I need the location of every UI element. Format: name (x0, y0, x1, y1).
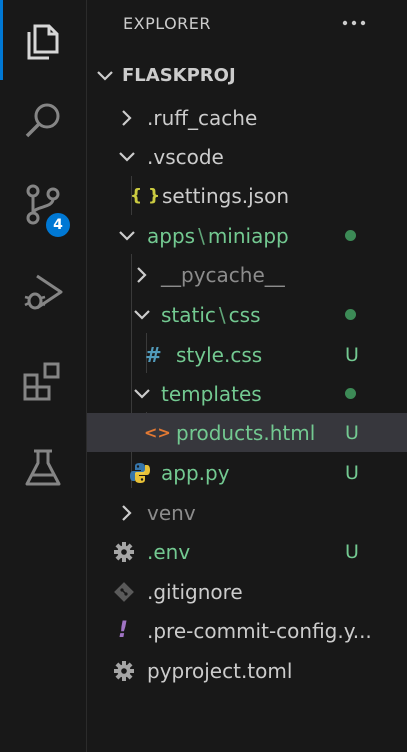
run-debug-activity-button[interactable] (0, 252, 86, 332)
activity-bar: 4 (0, 0, 87, 752)
chevron-right-icon (122, 504, 132, 521)
tree-item-label: .gitignore (147, 579, 243, 604)
tree-item-label: templates (161, 381, 262, 406)
tree-item-label: .pre-commit-config.y... (147, 618, 372, 643)
git-modified-dot (345, 230, 356, 241)
run-debug-icon (24, 274, 63, 310)
path-segment: miniapp (207, 223, 289, 248)
git-untracked-badge: U (345, 461, 359, 484)
tree-item-env[interactable]: .env U (87, 532, 407, 571)
gear-icon (113, 532, 135, 571)
tree-item-venv[interactable]: venv (87, 493, 407, 532)
python-file-icon (129, 453, 151, 492)
tree-item-ruff-cache[interactable]: .ruff_cache (87, 98, 407, 137)
path-separator: \ (218, 302, 226, 327)
explorer-title: EXPLORER (123, 14, 211, 33)
chevron-down-icon (119, 151, 135, 162)
tree-item-pyproject-toml[interactable]: pyproject.toml (87, 651, 407, 690)
tree-item-pre-commit-config[interactable]: ! .pre-commit-config.y... (87, 611, 407, 650)
tree-item-label: apps \ miniapp (147, 216, 289, 255)
more-actions-icon[interactable] (339, 12, 369, 34)
tree-item-vscode[interactable]: .vscode (87, 137, 407, 176)
css-file-icon: # (145, 342, 162, 367)
json-file-icon: { } (130, 185, 161, 206)
git-untracked-badge: U (345, 343, 359, 366)
tree-item-style-css[interactable]: # style.css U (87, 335, 407, 374)
flask-icon (25, 449, 61, 486)
explorer-sidebar: EXPLORER FLASKPROJ .ruff_cache .vscode {… (87, 0, 407, 752)
files-icon (27, 24, 59, 60)
tree-item-label: .ruff_cache (147, 105, 258, 130)
chevron-right-icon (137, 266, 147, 283)
tree-item-pycache[interactable]: __pycache__ (87, 255, 407, 294)
chevron-right-icon (122, 109, 132, 126)
git-untracked-badge: U (345, 421, 359, 444)
gear-icon (113, 651, 135, 690)
search-icon (25, 103, 60, 138)
tree-item-settings-json[interactable]: { } settings.json (87, 176, 407, 215)
chevron-down-icon (119, 230, 135, 241)
tree-item-products-html[interactable]: <> products.html U (87, 413, 407, 452)
git-untracked-badge: U (345, 540, 359, 563)
project-name: FLASKPROJ (122, 65, 236, 86)
search-activity-button[interactable] (0, 80, 86, 160)
tree-item-static-css[interactable]: static \ css (87, 295, 407, 334)
tree-item-templates[interactable]: templates (87, 374, 407, 413)
tree-item-label: pyproject.toml (147, 658, 293, 683)
git-file-icon (114, 572, 134, 611)
tree-item-app-py[interactable]: app.py U (87, 453, 407, 492)
tree-item-apps-miniapp[interactable]: apps \ miniapp (87, 216, 407, 255)
tree-item-gitignore[interactable]: .gitignore (87, 572, 407, 611)
tree-item-label: settings.json (162, 183, 290, 208)
explorer-activity-button[interactable] (0, 0, 86, 80)
path-segment: static (161, 302, 216, 327)
project-root-header[interactable]: FLASKPROJ (87, 56, 407, 95)
chevron-down-icon (134, 388, 150, 399)
path-separator: \ (198, 223, 205, 248)
path-segment: css (228, 302, 261, 327)
extensions-icon (23, 362, 60, 401)
testing-activity-button[interactable] (0, 428, 86, 508)
git-modified-dot (345, 388, 356, 399)
tree-item-label: __pycache__ (161, 262, 285, 287)
tree-item-label: static \ css (161, 295, 261, 334)
tree-item-label: app.py (161, 460, 230, 485)
tree-item-label: venv (147, 500, 196, 525)
yaml-file-icon: ! (118, 618, 129, 643)
path-segment: apps (147, 223, 196, 248)
html-file-icon: <> (144, 423, 171, 442)
chevron-down-icon (97, 70, 113, 81)
tree-item-label: products.html (176, 420, 316, 445)
source-control-activity-button[interactable]: 4 (0, 164, 86, 244)
extensions-activity-button[interactable] (0, 342, 86, 422)
tree-item-label: .env (147, 539, 191, 564)
tree-item-label: .vscode (147, 144, 224, 169)
tree-item-label: style.css (176, 342, 263, 367)
source-control-badge: 4 (44, 211, 72, 239)
chevron-down-icon (134, 309, 150, 320)
git-modified-dot (345, 309, 356, 320)
